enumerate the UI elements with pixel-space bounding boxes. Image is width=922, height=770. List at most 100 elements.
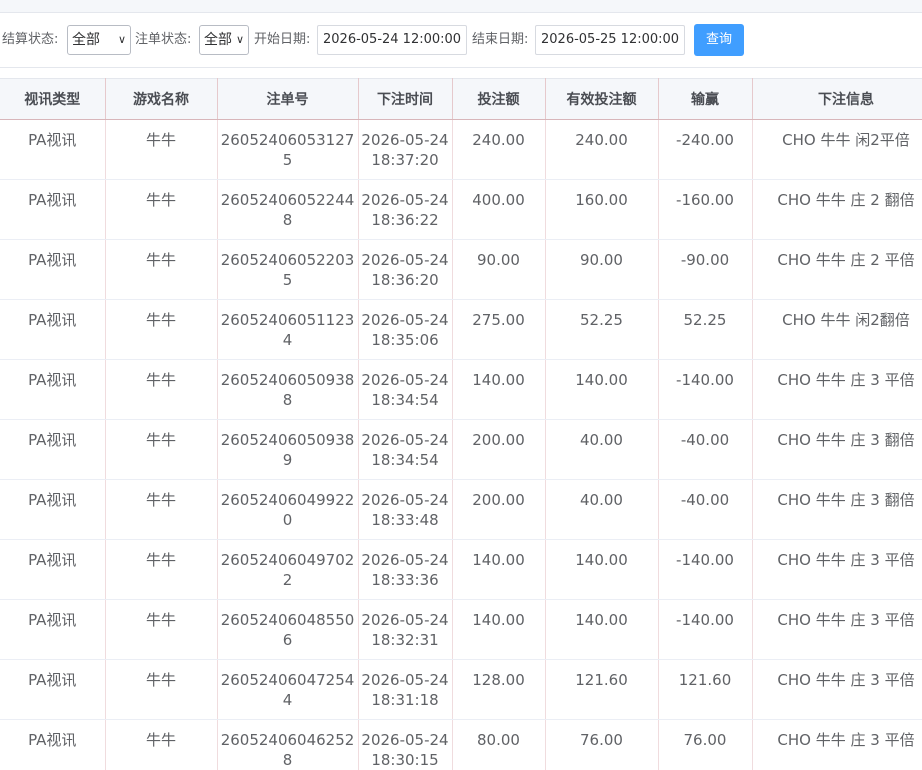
cell-valid-bet: 140.00 [545,599,659,660]
cell-bet-time: 2026-05-24 18:30:15 [358,719,453,770]
cell-game-name: 牛牛 [105,479,218,540]
cell-game-name: 牛牛 [105,359,218,420]
table-row[interactable]: PA视讯 牛牛 260524060497022 2026-05-24 18:33:36… [0,539,922,600]
cell-game-name: 牛牛 [105,539,218,600]
order-status-label: 注单状态: [135,32,192,47]
cell-bet-id: 260524060522035 [217,239,359,300]
cell-bet-id: 260524060485506 [217,599,359,660]
filter-bar: 结算状态: 全部 ∨ 注单状态: 全部 ∨ 开始日期: 2026-05-24 1… [0,13,922,68]
cell-bet-time: 2026-05-24 18:34:54 [358,419,453,480]
cell-bet-id: 260524060497022 [217,539,359,600]
cell-bet-time: 2026-05-24 18:37:20 [358,119,453,180]
chevron-down-icon: ∨ [117,33,126,46]
cell-bet-amount: 90.00 [452,239,546,300]
cell-valid-bet: 52.25 [545,299,659,360]
start-date-input[interactable]: 2026-05-24 12:00:00 [317,25,467,55]
cell-win-loss: -140.00 [658,539,753,600]
cell-game-name: 牛牛 [105,659,218,720]
cell-win-loss: -140.00 [658,359,753,420]
col-header-bet-info[interactable]: 下注信息 [752,78,922,120]
table-row[interactable]: PA视讯 牛牛 260524060462528 2026-05-24 18:30:15… [0,719,922,770]
order-status-value: 全部 [204,32,232,48]
table-row[interactable]: PA视讯 牛牛 260524060509388 2026-05-24 18:34:54… [0,359,922,420]
cell-win-loss: 52.25 [658,299,753,360]
table-body: PA视讯 牛牛 260524060531275 2026-05-24 18:37:20… [0,119,922,770]
settle-status-select[interactable]: 全部 ∨ [67,25,131,55]
cell-valid-bet: 90.00 [545,239,659,300]
cell-win-loss: -240.00 [658,119,753,180]
col-header-valid-bet[interactable]: 有效投注额 [545,78,659,120]
table-header-row: 视讯类型 游戏名称 注单号 下注时间 投注额 有效投注额 输赢 下注信息 [0,78,922,120]
cell-bet-amount: 140.00 [452,539,546,600]
cell-game-name: 牛牛 [105,299,218,360]
col-header-bet-time[interactable]: 下注时间 [358,78,453,120]
cell-bet-info: CHO 牛牛 庄 3 平倍 [752,539,922,600]
cell-bet-info: CHO 牛牛 庄 3 翻倍 [752,479,922,540]
cell-bet-amount: 128.00 [452,659,546,720]
query-button[interactable]: 查询 [694,24,744,56]
table-row[interactable]: PA视讯 牛牛 260524060522448 2026-05-24 18:36:22… [0,179,922,240]
col-header-bet-amount[interactable]: 投注额 [452,78,546,120]
cell-bet-id: 260524060522448 [217,179,359,240]
cell-bet-info: CHO 牛牛 庄 3 翻倍 [752,419,922,480]
table-row[interactable]: PA视讯 牛牛 260524060522035 2026-05-24 18:36:20… [0,239,922,300]
cell-win-loss: -140.00 [658,599,753,660]
col-header-game-name[interactable]: 游戏名称 [105,78,218,120]
table-row[interactable]: PA视讯 牛牛 260524060499220 2026-05-24 18:33:48… [0,479,922,540]
cell-bet-time: 2026-05-24 18:32:31 [358,599,453,660]
table-row[interactable]: PA视讯 牛牛 260524060509389 2026-05-24 18:34:54… [0,419,922,480]
cell-bet-amount: 200.00 [452,419,546,480]
cell-valid-bet: 121.60 [545,659,659,720]
cell-win-loss: 121.60 [658,659,753,720]
cell-bet-time: 2026-05-24 18:34:54 [358,359,453,420]
cell-bet-time: 2026-05-24 18:36:22 [358,179,453,240]
cell-win-loss: 76.00 [658,719,753,770]
cell-win-loss: -160.00 [658,179,753,240]
cell-bet-id: 260524060472544 [217,659,359,720]
cell-valid-bet: 160.00 [545,179,659,240]
chevron-down-icon: ∨ [235,33,244,46]
cell-valid-bet: 40.00 [545,479,659,540]
cell-live-type: PA视讯 [0,419,106,480]
table-row[interactable]: PA视讯 牛牛 260524060511234 2026-05-24 18:35:06… [0,299,922,360]
cell-bet-amount: 80.00 [452,719,546,770]
cell-game-name: 牛牛 [105,119,218,180]
col-header-bet-id[interactable]: 注单号 [217,78,359,120]
cell-bet-info: CHO 牛牛 庄 2 翻倍 [752,179,922,240]
cell-bet-amount: 400.00 [452,179,546,240]
cell-game-name: 牛牛 [105,179,218,240]
cell-live-type: PA视讯 [0,119,106,180]
col-header-win-loss[interactable]: 输赢 [658,78,753,120]
cell-bet-info: CHO 牛牛 庄 3 平倍 [752,359,922,420]
table-row[interactable]: PA视讯 牛牛 260524060531275 2026-05-24 18:37:20… [0,119,922,180]
cell-bet-time: 2026-05-24 18:33:48 [358,479,453,540]
cell-win-loss: -40.00 [658,419,753,480]
settle-status-value: 全部 [72,32,100,48]
col-header-live-type[interactable]: 视讯类型 [0,78,106,120]
cell-live-type: PA视讯 [0,539,106,600]
cell-live-type: PA视讯 [0,479,106,540]
table-row[interactable]: PA视讯 牛牛 260524060472544 2026-05-24 18:31:18… [0,659,922,720]
cell-bet-info: CHO 牛牛 庄 3 平倍 [752,599,922,660]
cell-valid-bet: 40.00 [545,419,659,480]
cell-bet-time: 2026-05-24 18:36:20 [358,239,453,300]
cell-bet-info: CHO 牛牛 庄 2 平倍 [752,239,922,300]
cell-bet-id: 260524060531275 [217,119,359,180]
cell-bet-time: 2026-05-24 18:35:06 [358,299,453,360]
cell-win-loss: -90.00 [658,239,753,300]
end-date-label: 结束日期: [472,32,529,47]
cell-bet-info: CHO 牛牛 庄 3 平倍 [752,659,922,720]
cell-bet-amount: 240.00 [452,119,546,180]
start-date-label: 开始日期: [254,32,311,47]
cell-game-name: 牛牛 [105,419,218,480]
cell-bet-amount: 140.00 [452,599,546,660]
end-date-input[interactable]: 2026-05-25 12:00:00 [535,25,685,55]
cell-live-type: PA视讯 [0,299,106,360]
order-status-select[interactable]: 全部 ∨ [199,25,249,55]
table-row[interactable]: PA视讯 牛牛 260524060485506 2026-05-24 18:32:31… [0,599,922,660]
cell-game-name: 牛牛 [105,239,218,300]
cell-valid-bet: 140.00 [545,539,659,600]
cell-bet-time: 2026-05-24 18:31:18 [358,659,453,720]
cell-bet-time: 2026-05-24 18:33:36 [358,539,453,600]
cell-live-type: PA视讯 [0,359,106,420]
